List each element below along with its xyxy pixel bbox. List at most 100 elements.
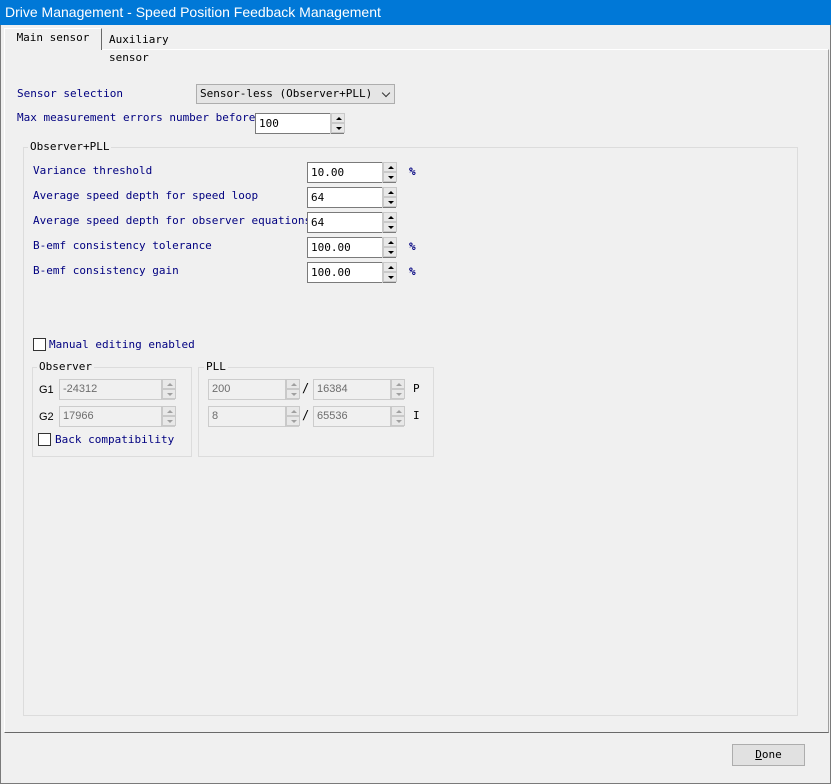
bemf-gain-label: B-emf consistency gain <box>33 264 179 277</box>
spin-down-button[interactable] <box>383 247 397 257</box>
max-errors-value: 100 <box>259 117 279 130</box>
spin-down-button[interactable] <box>391 416 405 426</box>
g1-label: G1 <box>39 384 54 396</box>
pll-group-title: PLL <box>204 360 228 373</box>
g1-stepper[interactable]: -24312 <box>59 379 176 400</box>
arrow-up-icon <box>388 191 394 194</box>
pll-i-numerator-stepper[interactable]: 8 <box>208 406 300 427</box>
g2-value: 17966 <box>63 410 94 422</box>
max-errors-label: Max measurement errors number before <box>17 111 256 124</box>
arrow-down-icon <box>291 393 297 396</box>
pll-p-denominator-stepper[interactable]: 16384 <box>313 379 405 400</box>
arrow-up-icon <box>396 383 402 386</box>
tab-strip: Main sensor Auxiliary sensor <box>4 28 829 64</box>
spin-down-button[interactable] <box>331 123 345 133</box>
observer-pll-group-title: Observer+PLL <box>28 140 112 153</box>
spin-up-button[interactable] <box>391 379 405 389</box>
pll-p-numerator-value: 200 <box>212 383 231 395</box>
max-errors-stepper[interactable]: 100 <box>255 113 345 134</box>
variance-threshold-stepper[interactable]: 10.00 <box>307 162 397 183</box>
arrow-up-icon <box>291 410 297 413</box>
bemf-gain-unit: % <box>409 265 416 278</box>
avg-speed-depth-observer-value: 64 <box>311 216 325 229</box>
done-button[interactable]: Done <box>732 744 805 766</box>
avg-speed-depth-observer-stepper[interactable]: 64 <box>307 212 397 233</box>
spin-up-button[interactable] <box>383 237 397 247</box>
bemf-gain-stepper[interactable]: 100.00 <box>307 262 397 283</box>
arrow-down-icon <box>396 393 402 396</box>
variance-threshold-label: Variance threshold <box>33 164 153 177</box>
observer-group-title: Observer <box>37 360 94 373</box>
pll-p-label: P <box>413 382 420 395</box>
spin-up-button[interactable] <box>391 406 405 416</box>
bemf-tolerance-unit: % <box>409 240 416 253</box>
spin-down-button[interactable] <box>383 272 397 282</box>
arrow-up-icon <box>291 383 297 386</box>
spin-up-button[interactable] <box>383 162 397 172</box>
pll-i-label: I <box>413 409 420 422</box>
spin-up-button[interactable] <box>331 113 345 123</box>
spin-down-button[interactable] <box>383 197 397 207</box>
done-label-rest: one <box>761 748 782 761</box>
spin-up-button[interactable] <box>383 212 397 222</box>
arrow-up-icon <box>396 410 402 413</box>
sensor-selection-value: Sensor-less (Observer+PLL) <box>200 87 373 100</box>
pll-i-separator: / <box>302 408 310 422</box>
bemf-tolerance-value: 100.00 <box>311 241 351 254</box>
pll-p-separator: / <box>302 381 310 395</box>
back-compatibility-checkbox[interactable] <box>38 433 51 446</box>
arrow-up-icon <box>388 216 394 219</box>
arrow-down-icon <box>388 226 394 229</box>
window-title: Drive Management - Speed Position Feedba… <box>0 0 831 25</box>
pll-p-denominator-value: 16384 <box>317 383 348 395</box>
spin-down-button[interactable] <box>162 416 176 426</box>
arrow-down-icon <box>336 127 342 130</box>
manual-editing-label: Manual editing enabled <box>49 338 195 351</box>
spin-down-button[interactable] <box>383 222 397 232</box>
pll-p-numerator-stepper[interactable]: 200 <box>208 379 300 400</box>
arrow-down-icon <box>388 276 394 279</box>
arrow-down-icon <box>388 201 394 204</box>
arrow-down-icon <box>291 420 297 423</box>
arrow-down-icon <box>388 176 394 179</box>
variance-threshold-unit: % <box>409 165 416 178</box>
bemf-tolerance-stepper[interactable]: 100.00 <box>307 237 397 258</box>
arrow-up-icon <box>388 166 394 169</box>
avg-speed-depth-loop-value: 64 <box>311 191 325 204</box>
spin-up-button[interactable] <box>286 406 300 416</box>
g2-stepper[interactable]: 17966 <box>59 406 176 427</box>
arrow-up-icon <box>167 410 173 413</box>
variance-threshold-value: 10.00 <box>311 166 345 179</box>
arrow-down-icon <box>396 420 402 423</box>
back-compatibility-label: Back compatibility <box>55 433 175 446</box>
spin-down-button[interactable] <box>391 389 405 399</box>
arrow-up-icon <box>388 241 394 244</box>
done-mnemonic: D <box>755 748 762 761</box>
bemf-gain-value: 100.00 <box>311 266 351 279</box>
manual-editing-checkbox[interactable] <box>33 338 46 351</box>
spin-up-button[interactable] <box>286 379 300 389</box>
tab-main-sensor[interactable]: Main sensor <box>4 28 102 50</box>
arrow-down-icon <box>388 251 394 254</box>
avg-speed-depth-observer-label: Average speed depth for observer equatio… <box>33 214 312 227</box>
g2-label: G2 <box>39 411 54 423</box>
pll-i-denominator-stepper[interactable]: 65536 <box>313 406 405 427</box>
spin-up-button[interactable] <box>162 406 176 416</box>
arrow-up-icon <box>388 266 394 269</box>
arrow-up-icon <box>167 383 173 386</box>
arrow-down-icon <box>167 393 173 396</box>
spin-up-button[interactable] <box>383 262 397 272</box>
spin-up-button[interactable] <box>383 187 397 197</box>
spin-down-button[interactable] <box>383 172 397 182</box>
bemf-tolerance-label: B-emf consistency tolerance <box>33 239 212 252</box>
spin-up-button[interactable] <box>162 379 176 389</box>
tab-auxiliary-sensor[interactable]: Auxiliary sensor <box>103 31 203 64</box>
spin-down-button[interactable] <box>286 416 300 426</box>
avg-speed-depth-loop-stepper[interactable]: 64 <box>307 187 397 208</box>
spin-down-button[interactable] <box>162 389 176 399</box>
g1-value: -24312 <box>63 383 98 395</box>
spin-down-button[interactable] <box>286 389 300 399</box>
pll-i-numerator-value: 8 <box>212 410 219 422</box>
sensor-selection-label: Sensor selection <box>17 87 123 100</box>
sensor-selection-dropdown[interactable]: Sensor-less (Observer+PLL) <box>196 84 395 104</box>
